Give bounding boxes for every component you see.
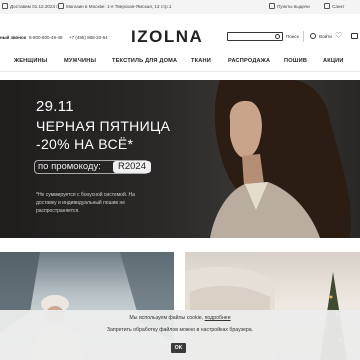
cookie-more-link[interactable]: подробнее bbox=[205, 315, 231, 321]
hero-date: 29.11 bbox=[36, 98, 74, 115]
promo-label: по промокоду: bbox=[38, 161, 101, 172]
truck-icon bbox=[2, 3, 8, 9]
cart-icon[interactable] bbox=[351, 33, 358, 39]
nav-item-promotions[interactable]: АКЦИИ bbox=[323, 58, 344, 64]
nav-item-women[interactable]: ЖЕНЩИНЫ bbox=[14, 58, 47, 64]
box-icon bbox=[269, 3, 275, 9]
callback-label[interactable]: ный звонок bbox=[0, 35, 26, 40]
main-navigation: ЖЕНЩИНЫ МУЖЧИНЫ ТЕКСТИЛЬ ДЛЯ ДОМА ТКАНИ … bbox=[0, 52, 360, 72]
site-logo[interactable]: IZOLNA bbox=[131, 27, 203, 47]
phone-number-2[interactable]: +7 (495) 968-20-64 bbox=[69, 35, 108, 40]
hero-headline: ЧЕРНАЯ ПЯТНИЦА bbox=[36, 118, 171, 134]
cookie-ok-button[interactable]: OK bbox=[171, 343, 186, 353]
nav-item-fabrics[interactable]: ТКАНИ bbox=[191, 58, 211, 64]
site-header: ный звонок 8-800-600-49-46 +7 (495) 968-… bbox=[0, 14, 360, 52]
hero-discount: -20% НА ВСЁ* bbox=[36, 136, 134, 152]
store-text[interactable]: Магазин в Москве: 1-я Тверская-Ямская, 1… bbox=[66, 4, 172, 9]
delivery-text: Доставим 01.12.2024 г. bbox=[10, 3, 59, 9]
city-selector[interactable]: Санкт bbox=[324, 3, 345, 9]
pickup-points-link[interactable]: Пункты выдачи bbox=[269, 3, 310, 9]
hero-model-photo bbox=[210, 80, 351, 238]
location-pin-icon bbox=[324, 3, 330, 9]
nav-item-home-textile[interactable]: ТЕКСТИЛЬ ДЛЯ ДОМА bbox=[112, 58, 177, 64]
user-icon[interactable] bbox=[310, 33, 316, 39]
nav-item-tailoring[interactable]: ПОШИВ bbox=[284, 58, 307, 64]
cookie-notice-line2: Запретить обработку файлов можно в настр… bbox=[106, 327, 254, 333]
store-icon bbox=[58, 3, 64, 9]
header-divider bbox=[303, 31, 304, 42]
phone-number-1[interactable]: 8-800-600-49-46 bbox=[29, 35, 63, 40]
pickup-text[interactable]: Пункты выдачи bbox=[277, 4, 310, 9]
cookie-notice-line1: Мы используем файлы cookie, подробнее bbox=[0, 315, 360, 321]
login-link[interactable]: Войти bbox=[319, 34, 332, 39]
favorites-heart-icon[interactable]: ♡ bbox=[335, 32, 342, 40]
promo-code[interactable]: R2024 bbox=[113, 161, 151, 173]
search-button[interactable]: Поиск bbox=[286, 34, 299, 39]
delivery-info: Доставим 01.12.2024 г. bbox=[2, 3, 59, 9]
hero-banner[interactable]: 29.11 ЧЕРНАЯ ПЯТНИЦА -20% НА ВСЁ* по про… bbox=[0, 80, 360, 238]
cookie-notice-text: Мы используем файлы cookie, bbox=[129, 315, 204, 321]
city-text[interactable]: Санкт bbox=[332, 4, 345, 9]
nav-item-sale[interactable]: РАСПРОДАЖА bbox=[228, 58, 270, 64]
hero-disclaimer: *Не суммируется с бонусной системой. На … bbox=[36, 192, 135, 214]
cookie-consent-bar: Мы используем файлы cookie, подробнее За… bbox=[0, 310, 360, 360]
top-utility-bar: Доставим 01.12.2024 г. Магазин в Москве:… bbox=[0, 0, 360, 14]
store-info[interactable]: Магазин в Москве: 1-я Тверская-Ямская, 1… bbox=[58, 3, 172, 9]
search-icon[interactable] bbox=[275, 34, 280, 39]
nav-item-men[interactable]: МУЖЧИНЫ bbox=[64, 58, 96, 64]
